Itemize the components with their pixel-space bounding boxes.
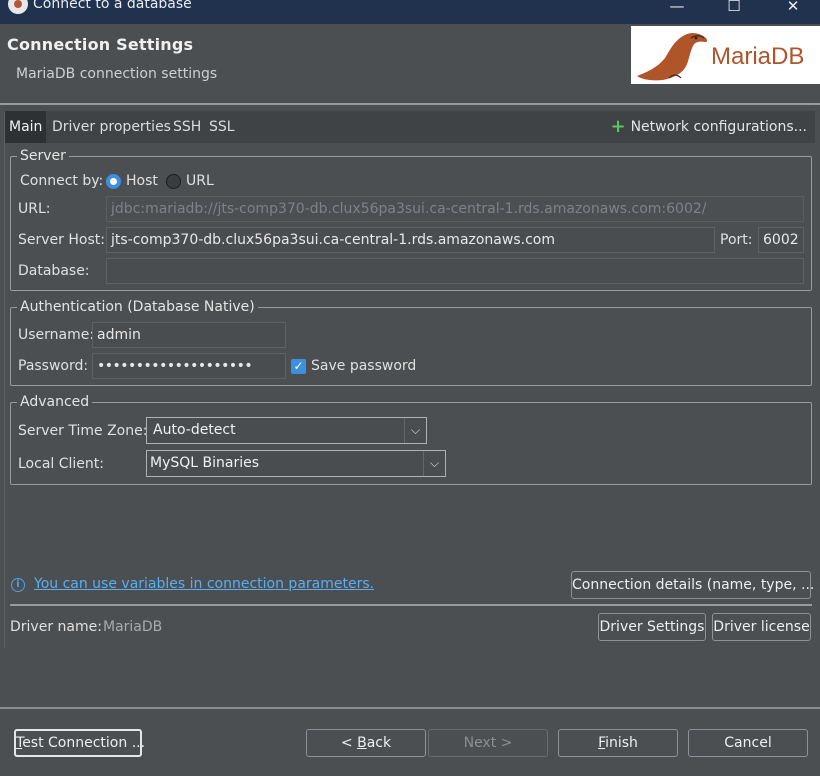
back-label: ack <box>366 735 392 751</box>
server-host-label: Server Host: <box>18 232 105 248</box>
save-password-checkbox[interactable]: ✓ <box>291 359 306 374</box>
connect-by-label: Connect by: <box>20 173 104 189</box>
local-client-label: Local Client: <box>18 456 104 472</box>
username-input[interactable]: admin <box>92 322 286 348</box>
local-client-value: MySQL Binaries <box>150 455 260 471</box>
database-label: Database: <box>18 263 90 279</box>
maximize-button[interactable]: ☐ <box>711 0 757 18</box>
server-host-input[interactable]: jts-comp370-db.clux56pa3sui.ca-central-1… <box>106 227 715 253</box>
driver-settings-button[interactable]: Driver Settings <box>598 613 706 641</box>
network-configurations-button[interactable]: + Network configurations... <box>610 111 807 143</box>
sea-lion-icon <box>637 33 708 81</box>
page-title: Connection Settings <box>7 35 194 54</box>
advanced-legend: Advanced <box>17 393 93 411</box>
mariadb-logo: MariaDB <box>631 26 820 84</box>
chevron-down-icon: ⌵ <box>423 451 445 476</box>
driver-name-label: Driver name: <box>10 619 102 635</box>
tab-driver-properties[interactable]: Driver properties <box>52 111 171 143</box>
connection-details-button[interactable]: Connection details (name, type, ... ) <box>571 571 820 599</box>
port-label: Port: <box>720 232 753 248</box>
info-icon: i <box>11 578 25 592</box>
local-client-select[interactable]: MySQL Binaries ⌵ <box>146 450 446 477</box>
url-field: jdbc:mariadb://jts-comp370-db.clux56pa3s… <box>106 196 804 222</box>
password-input[interactable]: •••••••••••••••••••• <box>92 353 286 379</box>
panel-left-border <box>4 112 5 648</box>
host-radio[interactable] <box>106 174 121 189</box>
footer-divider <box>0 707 820 709</box>
header-divider <box>0 103 820 105</box>
logo-text: MariaDB <box>711 43 805 70</box>
back-button[interactable]: < Back <box>306 729 426 757</box>
tab-ssh[interactable]: SSH <box>173 111 201 143</box>
window-title: Connect to a database <box>33 0 192 12</box>
password-label: Password: <box>18 358 89 374</box>
tab-ssl[interactable]: SSL <box>209 111 235 143</box>
username-label: Username: <box>18 327 95 343</box>
plus-icon: + <box>610 116 626 137</box>
server-legend: Server <box>17 147 69 165</box>
port-input[interactable]: 6002 <box>758 227 804 253</box>
network-configurations-label: Network configurations... <box>630 119 807 135</box>
url-radio[interactable] <box>166 174 181 189</box>
app-icon <box>8 0 28 14</box>
test-connection-button[interactable]: Test Connection ... <box>14 729 146 757</box>
server-time-zone-select[interactable]: Auto-detect ⌵ <box>146 417 427 444</box>
driver-name-value: MariaDB <box>103 619 163 635</box>
back-mnemonic: B <box>357 735 367 751</box>
variables-help-link[interactable]: You can use variables in connection para… <box>34 576 374 592</box>
url-label: URL: <box>18 201 51 217</box>
driver-divider <box>10 604 812 606</box>
authentication-legend: Authentication (Database Native) <box>17 298 258 316</box>
cancel-button[interactable]: Cancel <box>688 729 808 757</box>
back-prefix: < <box>340 735 358 751</box>
chevron-down-icon: ⌵ <box>404 418 426 443</box>
window-titlebar: Connect to a database — ☐ ✕ <box>0 0 820 24</box>
url-option-label[interactable]: URL <box>186 173 214 189</box>
tab-main[interactable]: Main <box>5 111 47 143</box>
next-button[interactable]: Next > <box>428 729 548 757</box>
page-subtitle: MariaDB connection settings <box>16 66 218 82</box>
test-connection-label: est Connection ... <box>22 735 146 751</box>
finish-button[interactable]: Finish <box>558 729 678 757</box>
minimize-button[interactable]: — <box>654 0 700 18</box>
server-time-zone-value: Auto-detect <box>153 422 236 438</box>
close-button[interactable]: ✕ <box>770 0 816 18</box>
save-password-label[interactable]: Save password <box>311 358 416 374</box>
host-option-label[interactable]: Host <box>126 173 158 189</box>
driver-license-button[interactable]: Driver license <box>712 613 811 641</box>
tab-bar: Main Driver properties SSH SSL + Network … <box>5 111 815 143</box>
server-time-zone-label: Server Time Zone: <box>18 423 148 439</box>
finish-label: inish <box>605 735 638 751</box>
database-input[interactable] <box>106 258 804 284</box>
